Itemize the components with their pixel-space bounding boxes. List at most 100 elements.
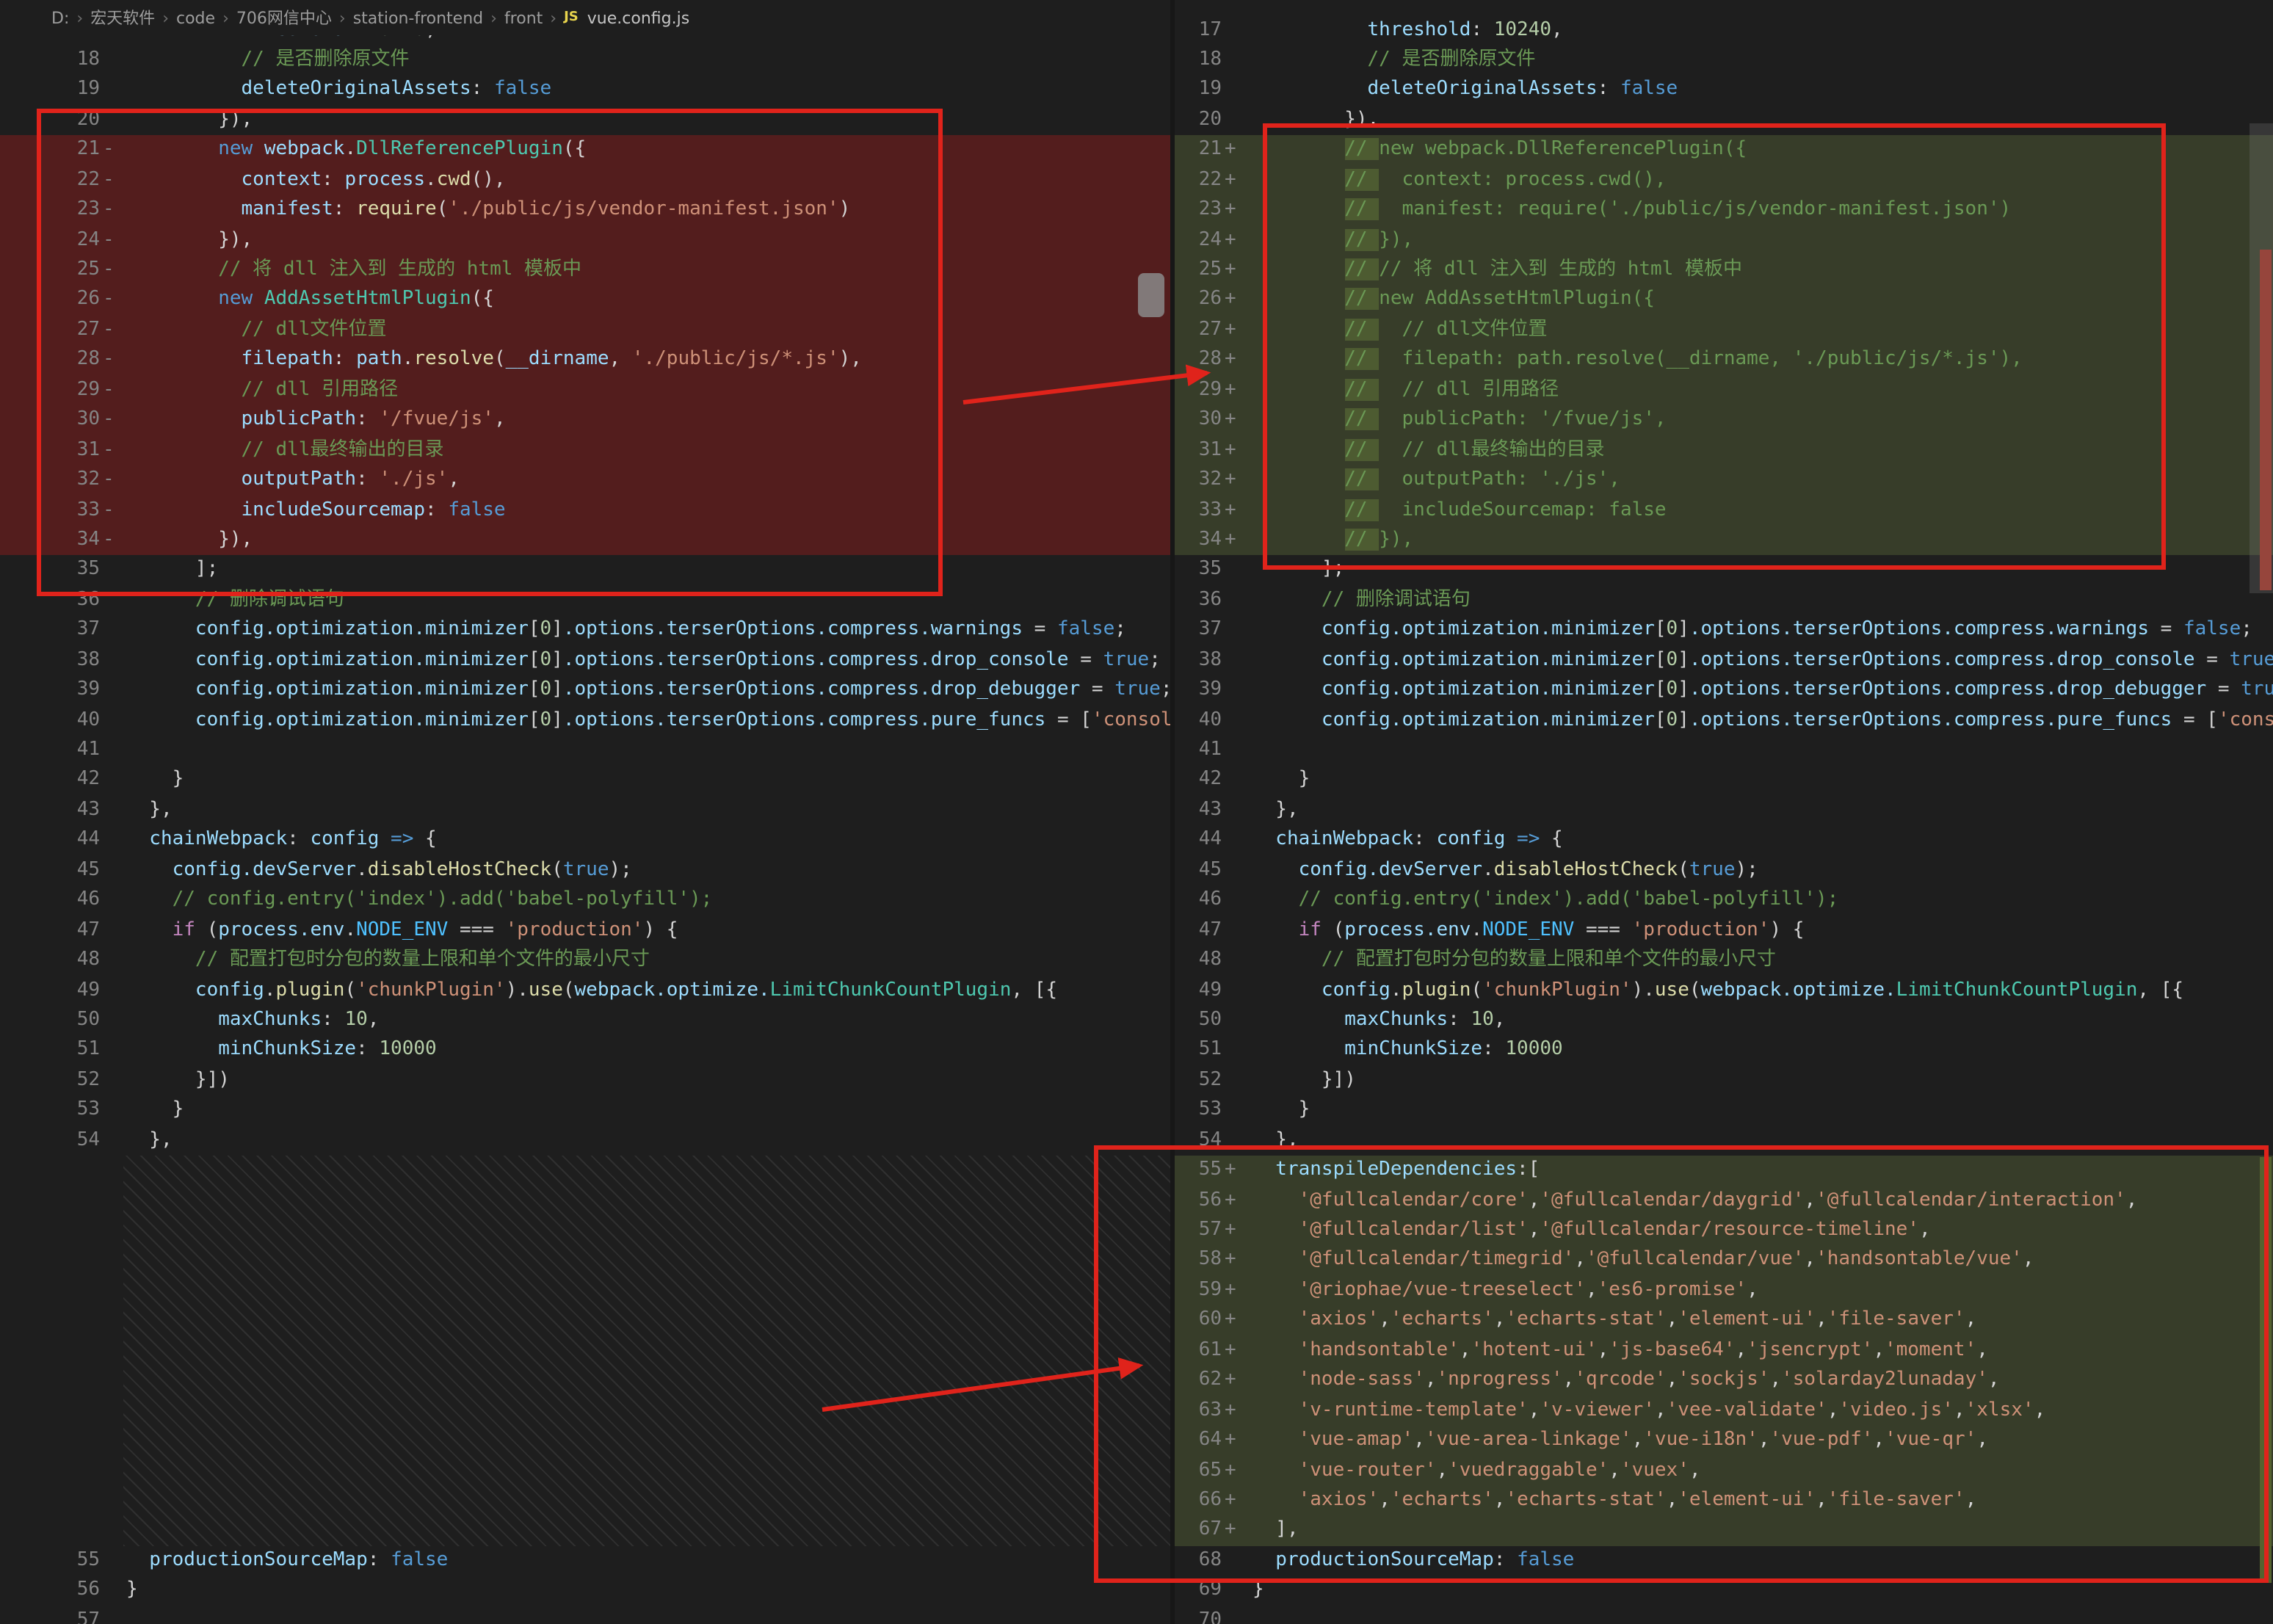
code-row[interactable]: 40 config.optimization.minimizer[0].opti…: [1175, 706, 2273, 736]
code-line[interactable]: productionSourceMap: false: [123, 1546, 1170, 1576]
code-line[interactable]: },: [123, 1125, 1170, 1156]
code-line[interactable]: deleteOriginalAssets: false: [123, 76, 1170, 106]
code-line[interactable]: chainWebpack: config => {: [1245, 826, 2273, 856]
breadcrumb-item[interactable]: 706网信中心: [236, 9, 332, 28]
code-line[interactable]: config.plugin('chunkPlugin').use(webpack…: [123, 976, 1170, 1006]
code-line[interactable]: config.devServer.disableHostCheck(true);: [123, 856, 1170, 886]
code-line[interactable]: config.devServer.disableHostCheck(true);: [1245, 856, 2273, 886]
code-row[interactable]: 52 }]): [0, 1066, 1170, 1096]
breadcrumb[interactable]: D:›宏天软件›code›706网信中心›station-frontend›fr…: [0, 0, 1170, 35]
code-line[interactable]: minChunkSize: 10000: [1245, 1036, 2273, 1066]
code-row[interactable]: 38 config.optimization.minimizer[0].opti…: [1175, 645, 2273, 675]
code-row[interactable]: 54 },: [0, 1125, 1170, 1156]
code-line[interactable]: },: [123, 796, 1170, 826]
code-line[interactable]: // 是否删除原文件: [1245, 46, 2273, 76]
code-line[interactable]: // config.entry('index').add('babel-poly…: [123, 885, 1170, 916]
code-line[interactable]: threshold: 10240,: [1245, 15, 2273, 46]
code-row[interactable]: 43 },: [1175, 796, 2273, 826]
breadcrumb-item[interactable]: front: [504, 9, 543, 28]
code-row[interactable]: 40 config.optimization.minimizer[0].opti…: [0, 706, 1170, 736]
code-row[interactable]: 18 // 是否删除原文件: [0, 46, 1170, 76]
code-line[interactable]: }: [123, 1576, 1170, 1606]
code-line[interactable]: config.optimization.minimizer[0].options…: [123, 616, 1170, 646]
breadcrumb-item[interactable]: station-frontend: [353, 9, 483, 28]
code-row[interactable]: 44 chainWebpack: config => {: [0, 826, 1170, 856]
code-row[interactable]: 46 // config.entry('index').add('babel-p…: [1175, 885, 2273, 916]
breadcrumb-item[interactable]: D:: [51, 9, 69, 28]
code-line[interactable]: }]): [1245, 1066, 2273, 1096]
breadcrumb-file[interactable]: vue.config.js: [587, 8, 689, 27]
code-row[interactable]: 52 }]): [1175, 1066, 2273, 1096]
code-row[interactable]: 70: [1175, 1606, 2273, 1624]
code-row[interactable]: 19 deleteOriginalAssets: false: [0, 76, 1170, 106]
code-row[interactable]: 50 maxChunks: 10,: [0, 1006, 1170, 1036]
code-row[interactable]: 41: [0, 736, 1170, 766]
code-token: =>: [379, 829, 425, 851]
code-line[interactable]: }: [1245, 766, 2273, 796]
code-line[interactable]: maxChunks: 10,: [123, 1006, 1170, 1036]
code-line[interactable]: config.optimization.minimizer[0].options…: [123, 706, 1170, 736]
code-line[interactable]: config.optimization.minimizer[0].options…: [123, 675, 1170, 706]
code-line[interactable]: },: [1245, 796, 2273, 826]
code-row[interactable]: 48 // 配置打包时分包的数量上限和单个文件的最小尺寸: [0, 946, 1170, 976]
code-line[interactable]: maxChunks: 10,: [1245, 1006, 2273, 1036]
code-row[interactable]: 39 config.optimization.minimizer[0].opti…: [1175, 675, 2273, 706]
breadcrumb-item[interactable]: 宏天软件: [90, 9, 155, 28]
code-line[interactable]: // 配置打包时分包的数量上限和单个文件的最小尺寸: [123, 946, 1170, 976]
code-row[interactable]: 53 }: [0, 1096, 1170, 1126]
code-row[interactable]: 42 }: [1175, 766, 2273, 796]
code-line[interactable]: }]): [123, 1066, 1170, 1096]
code-row[interactable]: 50 maxChunks: 10,: [1175, 1006, 2273, 1036]
code-line[interactable]: }: [123, 766, 1170, 796]
code-row[interactable]: 44 chainWebpack: config => {: [1175, 826, 2273, 856]
code-line[interactable]: config.optimization.minimizer[0].options…: [1245, 706, 2273, 736]
code-row[interactable]: 37 config.optimization.minimizer[0].opti…: [1175, 616, 2273, 646]
code-row[interactable]: 49 config.plugin('chunkPlugin').use(webp…: [0, 976, 1170, 1006]
code-row[interactable]: 51 minChunkSize: 10000: [1175, 1036, 2273, 1066]
code-row[interactable]: 51 minChunkSize: 10000: [0, 1036, 1170, 1066]
code-row[interactable]: 19 deleteOriginalAssets: false: [1175, 76, 2273, 106]
code-row[interactable]: 57: [0, 1606, 1170, 1624]
breadcrumb-item[interactable]: code: [176, 9, 215, 28]
code-token: }: [126, 769, 184, 791]
code-row[interactable]: 37 config.optimization.minimizer[0].opti…: [0, 616, 1170, 646]
code-row[interactable]: 41: [1175, 736, 2273, 766]
code-row[interactable]: 55 productionSourceMap: false: [0, 1546, 1170, 1576]
code-line[interactable]: deleteOriginalAssets: false: [1245, 76, 2273, 106]
code-line[interactable]: config.plugin('chunkPlugin').use(webpack…: [1245, 976, 2273, 1006]
code-token: config.optimization.minimizer: [126, 619, 529, 641]
code-row[interactable]: 38 config.optimization.minimizer[0].opti…: [0, 645, 1170, 675]
code-line[interactable]: config.optimization.minimizer[0].options…: [1245, 645, 2273, 675]
code-row[interactable]: 47 if (process.env.NODE_ENV === 'product…: [0, 916, 1170, 946]
code-row[interactable]: 18 // 是否删除原文件: [1175, 46, 2273, 76]
code-row[interactable]: 36 // 删除调试语句: [1175, 586, 2273, 616]
code-line[interactable]: // 删除调试语句: [1245, 586, 2273, 616]
code-row[interactable]: 49 config.plugin('chunkPlugin').use(webp…: [1175, 976, 2273, 1006]
code-row[interactable]: 45 config.devServer.disableHostCheck(tru…: [1175, 856, 2273, 886]
code-line[interactable]: config.optimization.minimizer[0].options…: [1245, 616, 2273, 646]
code-row[interactable]: 43 },: [0, 796, 1170, 826]
code-line[interactable]: // 配置打包时分包的数量上限和单个文件的最小尺寸: [1245, 946, 2273, 976]
code-line[interactable]: // 是否删除原文件: [123, 46, 1170, 76]
code-line[interactable]: if (process.env.NODE_ENV === 'production…: [123, 916, 1170, 946]
code-line[interactable]: // config.entry('index').add('babel-poly…: [1245, 885, 2273, 916]
code-row[interactable]: 47 if (process.env.NODE_ENV === 'product…: [1175, 916, 2273, 946]
code-line[interactable]: config.optimization.minimizer[0].options…: [123, 645, 1170, 675]
code-line[interactable]: }: [1245, 1096, 2273, 1126]
code-row[interactable]: 53 }: [1175, 1096, 2273, 1126]
code-token: config: [1436, 829, 1505, 851]
code-row[interactable]: 39 config.optimization.minimizer[0].opti…: [0, 675, 1170, 706]
code-row[interactable]: 46 // config.entry('index').add('babel-p…: [0, 885, 1170, 916]
left-scrollbar-thumb[interactable]: [1138, 273, 1164, 317]
code-row[interactable]: 56}: [0, 1576, 1170, 1606]
code-line[interactable]: }: [123, 1096, 1170, 1126]
code-line[interactable]: minChunkSize: 10000: [123, 1036, 1170, 1066]
code-line[interactable]: chainWebpack: config => {: [123, 826, 1170, 856]
code-token: 0: [540, 678, 552, 700]
code-row[interactable]: 45 config.devServer.disableHostCheck(tru…: [0, 856, 1170, 886]
code-row[interactable]: 17 threshold: 10240,: [1175, 15, 2273, 46]
code-line[interactable]: if (process.env.NODE_ENV === 'production…: [1245, 916, 2273, 946]
code-row[interactable]: 48 // 配置打包时分包的数量上限和单个文件的最小尺寸: [1175, 946, 2273, 976]
code-row[interactable]: 42 }: [0, 766, 1170, 796]
code-line[interactable]: config.optimization.minimizer[0].options…: [1245, 675, 2273, 706]
